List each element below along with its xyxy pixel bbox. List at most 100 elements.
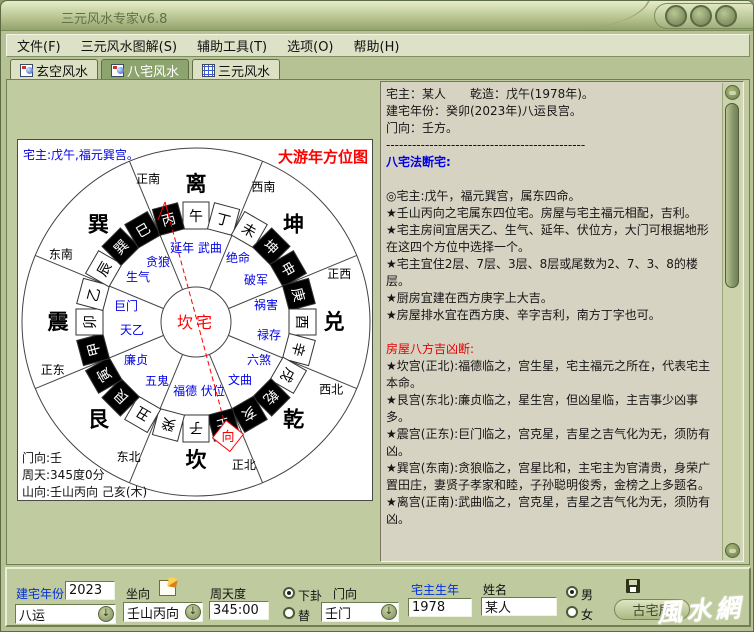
scroll-down-button[interactable] [725, 543, 740, 558]
build-year-input[interactable] [65, 581, 115, 600]
star-label: 五鬼 [145, 373, 169, 388]
svg-text:卯: 卯 [83, 315, 99, 329]
dropdown-arrow-icon[interactable]: ↓ [381, 604, 397, 620]
name-input[interactable] [481, 597, 557, 616]
compass-icon [111, 64, 124, 77]
direction-label: 西北 [319, 382, 343, 396]
menu-item[interactable]: 三元风水图解(S) [71, 36, 187, 55]
trigram-label: 坎 [186, 448, 207, 472]
star-label: 绝命 [226, 250, 250, 265]
form-bar: 建宅年份 八运 ↓ 坐向 壬山丙向 ↓ 周天度 下卦 替 门向 壬门 ↓ 宅主生… [5, 567, 751, 627]
titlebar-decor [561, 0, 651, 29]
tab-label: 玄空风水 [36, 61, 88, 80]
star-label: 祸害 [254, 297, 278, 312]
direction-label: 西南 [251, 179, 275, 194]
mountain-cell: 午 [183, 202, 209, 229]
menu-item[interactable]: 帮助(H) [344, 36, 410, 55]
report-text: 宅主：某人 乾造：戊午(1978年)。建宅年份：癸卯(2023年)八运艮宫。门向… [386, 86, 720, 528]
scrollbar[interactable] [722, 83, 741, 560]
close-button[interactable] [715, 5, 737, 27]
gua-radio-ti[interactable] [283, 607, 295, 619]
direction-label: 正北 [232, 458, 256, 472]
direction-label: 正西 [327, 267, 351, 281]
menu-item[interactable]: 选项(O) [277, 36, 343, 55]
gender-radio-female[interactable] [566, 606, 578, 618]
tab-八宅风水[interactable]: 八宅风水 [101, 59, 189, 80]
gender-male-label: 男 [581, 586, 593, 603]
star-label: 贪狼 [146, 254, 170, 269]
facing-marker: 向 [221, 429, 234, 445]
sitting-select[interactable]: 壬山丙向 ↓ [123, 602, 203, 622]
menu-item[interactable]: 文件(F) [7, 36, 71, 55]
scroll-thumb[interactable] [725, 103, 739, 288]
report-paragraph [386, 324, 720, 341]
tab-label: 八宅风水 [127, 61, 179, 80]
build-year-label: 建宅年份 [16, 585, 64, 602]
direction-label: 正南 [136, 171, 160, 186]
door-label: 门向 [333, 585, 357, 602]
report-panel: 宅主：某人 乾造：戊午(1978年)。建宅年份：癸卯(2023年)八运艮宫。门向… [380, 81, 744, 562]
report-paragraph: ★震宫(正东):巨门临之，宫克星，吉星之吉气化为无，须防有凶。 [386, 426, 720, 460]
sitting-label: 坐向 [126, 585, 150, 602]
report-paragraph: ★巽宫(东南):贪狼临之，宫星比和，主宅主为官清贵，身荣广置田庄，妻贤子孝家和睦… [386, 460, 720, 494]
tab-三元风水[interactable]: 三元风水 [192, 59, 280, 80]
degree-input[interactable] [209, 601, 269, 620]
mountain-cell: 子 [183, 415, 209, 442]
report-paragraph: ★宅主房间宜居天乙、生气、延年、伏位方，大门可根据地形在这四个方位中选择一个。 [386, 222, 720, 256]
menu-item[interactable]: 辅助工具(T) [187, 36, 277, 55]
title-bar: 三元风水专家v6.8 [1, 1, 754, 31]
period-select[interactable]: 八运 ↓ [15, 604, 116, 624]
trigram-label: 兑 [324, 310, 345, 334]
door-value: 壬门 [322, 603, 381, 622]
owner-note: 宅主:戊午,福元巽宫。 [23, 146, 139, 163]
lookup-button[interactable]: 古宅居 [614, 599, 690, 620]
scroll-up-button[interactable] [725, 85, 740, 100]
save-icon[interactable] [626, 579, 640, 593]
star-label: 廉贞 [124, 352, 148, 367]
minimize-button[interactable] [665, 5, 687, 27]
gender-radio-male[interactable] [566, 586, 578, 598]
dropdown-arrow-icon[interactable]: ↓ [185, 604, 201, 620]
star-label: 巨门 [114, 298, 138, 313]
birth-year-label: 宅主生年 [411, 581, 459, 598]
svg-text:子: 子 [189, 419, 203, 435]
grid-icon [202, 64, 215, 77]
maximize-button[interactable] [690, 5, 712, 27]
bazhai-compass: 午丁未坤申庚酉辛戌乾亥壬子癸丑艮寅甲卯乙辰巽巳丙离坤兑乾坎艮震巽正南西南正西西北… [18, 140, 374, 502]
name-label: 姓名 [483, 581, 507, 598]
gua-radio-xiagua[interactable] [283, 587, 295, 599]
report-paragraph: 建宅年份：癸卯(2023年)八运艮宫。 [386, 103, 720, 120]
app-window: 三元风水专家v6.8 文件(F)三元风水图解(S)辅助工具(T)选项(O)帮助(… [0, 0, 754, 632]
report-paragraph: ◎宅主:戊午，福元巽宫，属东四命。 [386, 188, 720, 205]
mountain-cell: 酉 [289, 309, 316, 335]
tab-玄空风水[interactable]: 玄空风水 [10, 59, 98, 80]
trigram-label: 离 [186, 172, 207, 196]
report-paragraph: ★宅主宜住2层、7层、3层、8层或尾数为2、7、3、8的楼层。 [386, 256, 720, 290]
star-label: 生气 [126, 269, 150, 284]
period-value: 八运 [16, 605, 98, 624]
menu-bar: 文件(F)三元风水图解(S)辅助工具(T)选项(O)帮助(H) [6, 34, 750, 57]
tab-label: 三元风水 [218, 61, 270, 80]
star-label: 禄存 [257, 327, 281, 342]
report-paragraph [386, 171, 720, 188]
gua-xiagua-label: 下卦 [298, 587, 322, 604]
report-paragraph: 八宅法断宅: [386, 154, 720, 171]
diagram-footer: 门向:壬 周天:345度0分 山向:壬山丙向 己亥(木) [22, 450, 147, 501]
star-label: 六煞 [247, 353, 271, 367]
report-paragraph: 门向：壬方。 [386, 120, 720, 137]
star-label: 天乙 [120, 323, 144, 337]
birth-year-input[interactable] [408, 598, 472, 617]
report-paragraph: ★壬山丙向之宅属东四位宅。房屋与宅主福元相配，吉利。 [386, 205, 720, 222]
diagram-panel: 午丁未坤申庚酉辛戌乾亥壬子癸丑艮寅甲卯乙辰巽巳丙离坤兑乾坎艮震巽正南西南正西西北… [17, 139, 373, 501]
trigram-label: 震 [48, 310, 70, 334]
star-label: 文曲 [228, 372, 252, 387]
edit-note-icon[interactable] [159, 580, 176, 596]
diagram-title: 大游年方位图 [278, 146, 368, 167]
dropdown-arrow-icon[interactable]: ↓ [98, 606, 114, 622]
door-select[interactable]: 壬门 ↓ [321, 602, 399, 622]
trigram-label: 巽 [88, 212, 109, 236]
report-paragraph: ★厨房宜建在西方庚字上大吉。 [386, 290, 720, 307]
report-paragraph: ★房屋排水宜在西方庚、辛字吉利，南方丁字也可。 [386, 307, 720, 324]
trigram-label: 艮 [88, 408, 110, 432]
direction-label: 东南 [49, 247, 73, 262]
